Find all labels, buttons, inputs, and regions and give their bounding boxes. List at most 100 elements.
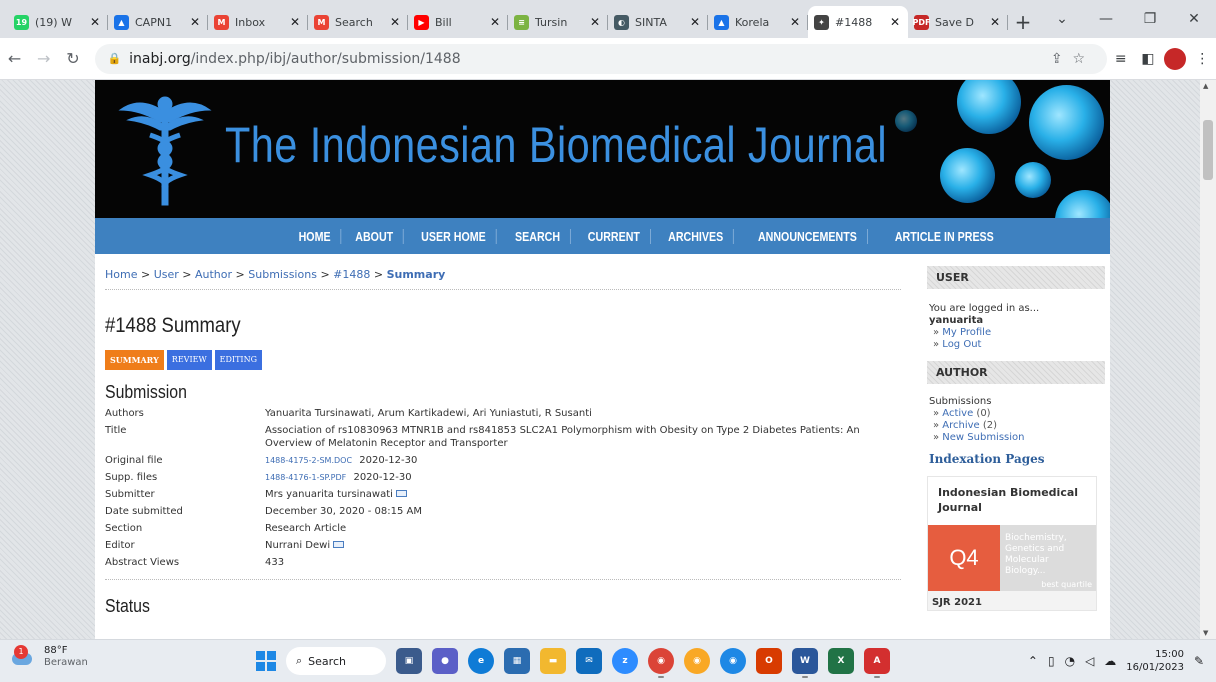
scroll-up-icon[interactable]: ▲: [1203, 82, 1208, 90]
close-tab-icon[interactable]: ✕: [288, 15, 302, 29]
email-icon[interactable]: [333, 540, 345, 548]
close-tab-icon[interactable]: ✕: [88, 15, 102, 29]
minimize-icon[interactable]: —: [1084, 11, 1128, 27]
section-value: Research Article: [265, 523, 347, 534]
tab-title: Korela: [735, 15, 770, 29]
office-icon[interactable]: O: [756, 648, 782, 674]
nav-about[interactable]: ABOUT: [345, 228, 404, 244]
breadcrumb-current[interactable]: Summary: [387, 268, 446, 281]
chrome-icon[interactable]: ◉: [648, 648, 674, 678]
wifi-icon[interactable]: ◔: [1065, 654, 1075, 668]
browser-tab[interactable]: ▶ Bill ✕: [408, 6, 508, 38]
scrollbar-thumb[interactable]: [1203, 120, 1213, 180]
weather-widget[interactable]: 1 88°F Berawan: [12, 645, 88, 669]
indexation-heading[interactable]: Indexation Pages: [927, 452, 1105, 466]
breadcrumb-home[interactable]: Home: [105, 268, 137, 281]
windows-start-icon[interactable]: [256, 651, 276, 671]
share-bookmark-icons[interactable]: ⇪☆: [1051, 51, 1095, 67]
restore-icon[interactable]: ❐: [1128, 11, 1172, 27]
battery-icon[interactable]: ▯: [1048, 654, 1055, 668]
menu-icon[interactable]: ⋮: [1189, 51, 1216, 67]
close-window-icon[interactable]: ✕: [1172, 11, 1216, 27]
forward-icon[interactable]: →: [29, 49, 58, 68]
breadcrumb-author[interactable]: Author: [195, 268, 232, 281]
browser-tab[interactable]: ✦ #1488 ✕: [808, 6, 908, 38]
volume-icon[interactable]: ◁: [1085, 654, 1094, 668]
close-tab-icon[interactable]: ✕: [888, 15, 902, 29]
browser-tab[interactable]: ≡ Tursin ✕: [508, 6, 608, 38]
active-link[interactable]: Active: [942, 408, 973, 419]
chrome-canary-icon[interactable]: ◉: [684, 648, 710, 674]
tab-summary[interactable]: SUMMARY: [105, 350, 164, 370]
breadcrumb-user[interactable]: User: [154, 268, 179, 281]
taskbar-search[interactable]: ⌕ Search: [286, 647, 386, 675]
log-out-link[interactable]: Log Out: [942, 339, 981, 350]
scroll-down-icon[interactable]: ▼: [1203, 629, 1208, 637]
browser-tab[interactable]: 19 (19) W ✕: [8, 6, 108, 38]
new-submission-link[interactable]: New Submission: [942, 432, 1024, 443]
teams-chat-icon[interactable]: ●: [432, 648, 458, 674]
task-view-icon[interactable]: ▣: [396, 648, 422, 674]
notification-icon[interactable]: ✎: [1194, 654, 1204, 668]
mail-icon[interactable]: ✉: [576, 648, 602, 674]
close-tab-icon[interactable]: ✕: [688, 15, 702, 29]
lock-icon[interactable]: 🔒: [107, 52, 121, 65]
chrome-beta-icon[interactable]: ◉: [720, 648, 746, 674]
my-profile-link[interactable]: My Profile: [942, 327, 991, 338]
supp-file-link[interactable]: 1488-4176-1-SP.PDF: [265, 473, 346, 482]
browser-tab[interactable]: PDF Save D ✕: [908, 6, 1008, 38]
close-tab-icon[interactable]: ✕: [588, 15, 602, 29]
url-path: /index.php/ibj/author/submission/1488: [190, 50, 461, 67]
address-bar[interactable]: 🔒 inabj.org /index.php/ibj/author/submis…: [95, 43, 1108, 74]
nav-archives[interactable]: ARCHIVES: [659, 228, 735, 244]
tab-favicon-icon: ▲: [714, 14, 729, 30]
store-icon[interactable]: ▦: [504, 648, 530, 674]
browser-tab[interactable]: ▲ CAPN1 ✕: [108, 6, 208, 38]
breadcrumb-separator: >: [320, 268, 334, 281]
browser-tab[interactable]: ▲ Korela ✕: [708, 6, 808, 38]
tab-search-icon[interactable]: ⌄: [1040, 11, 1084, 27]
chevron-up-icon[interactable]: ⌃: [1028, 654, 1038, 668]
close-tab-icon[interactable]: ✕: [988, 15, 1002, 29]
new-tab-button[interactable]: +: [1008, 6, 1038, 38]
archive-link[interactable]: Archive: [942, 420, 979, 431]
nav-article-in-press[interactable]: ARTICLE IN PRESS: [885, 229, 1004, 244]
email-icon[interactable]: [395, 489, 407, 497]
pdf-reader-icon[interactable]: A: [864, 648, 890, 678]
tab-title: CAPN1: [135, 15, 173, 29]
close-tab-icon[interactable]: ✕: [788, 15, 802, 29]
nav-home[interactable]: HOME: [289, 228, 342, 244]
tab-review[interactable]: REVIEW: [166, 350, 212, 370]
file-explorer-icon[interactable]: ▬: [540, 648, 566, 674]
zoom-icon[interactable]: z: [612, 648, 638, 674]
edge-icon[interactable]: e: [468, 648, 494, 674]
profile-avatar[interactable]: [1162, 47, 1189, 70]
side-panel-icon[interactable]: ◧: [1134, 51, 1161, 67]
reading-list-icon[interactable]: ≡: [1107, 51, 1134, 67]
close-tab-icon[interactable]: ✕: [188, 15, 202, 29]
breadcrumb-submissions[interactable]: Submissions: [248, 268, 317, 281]
onedrive-icon[interactable]: ☁: [1104, 654, 1116, 668]
close-tab-icon[interactable]: ✕: [388, 15, 402, 29]
browser-tab[interactable]: M Search ✕: [308, 6, 408, 38]
word-icon[interactable]: W: [792, 648, 818, 678]
original-file-link[interactable]: 1488-4175-2-SM.DOC: [265, 456, 352, 465]
nav-user-home[interactable]: USER HOME: [412, 228, 497, 244]
logged-in-text: You are logged in as...: [929, 303, 1040, 314]
nav-current[interactable]: CURRENT: [578, 228, 651, 244]
authors-row: Authors Yanuarita Tursinawati, Arum Kart…: [105, 405, 901, 422]
breadcrumb-submission-id[interactable]: #1488: [333, 268, 370, 281]
nav-search[interactable]: SEARCH: [505, 228, 571, 244]
nav-announcements[interactable]: ANNOUNCEMENTS: [748, 228, 868, 244]
tab-title: (19) W: [35, 15, 72, 29]
tab-editing[interactable]: EDITING: [214, 350, 262, 370]
reload-icon[interactable]: ↻: [58, 49, 87, 68]
clock[interactable]: 15:00 16/01/2023: [1126, 648, 1184, 674]
excel-icon[interactable]: X: [828, 648, 854, 674]
browser-tab[interactable]: ◐ SINTA ✕: [608, 6, 708, 38]
close-tab-icon[interactable]: ✕: [488, 15, 502, 29]
browser-tab[interactable]: M Inbox ✕: [208, 6, 308, 38]
page-scrollbar[interactable]: ▲ ▼: [1200, 80, 1216, 639]
back-icon[interactable]: ←: [0, 49, 29, 68]
scimago-widget[interactable]: Indonesian Biomedical Journal Q4 Biochem…: [927, 476, 1097, 611]
